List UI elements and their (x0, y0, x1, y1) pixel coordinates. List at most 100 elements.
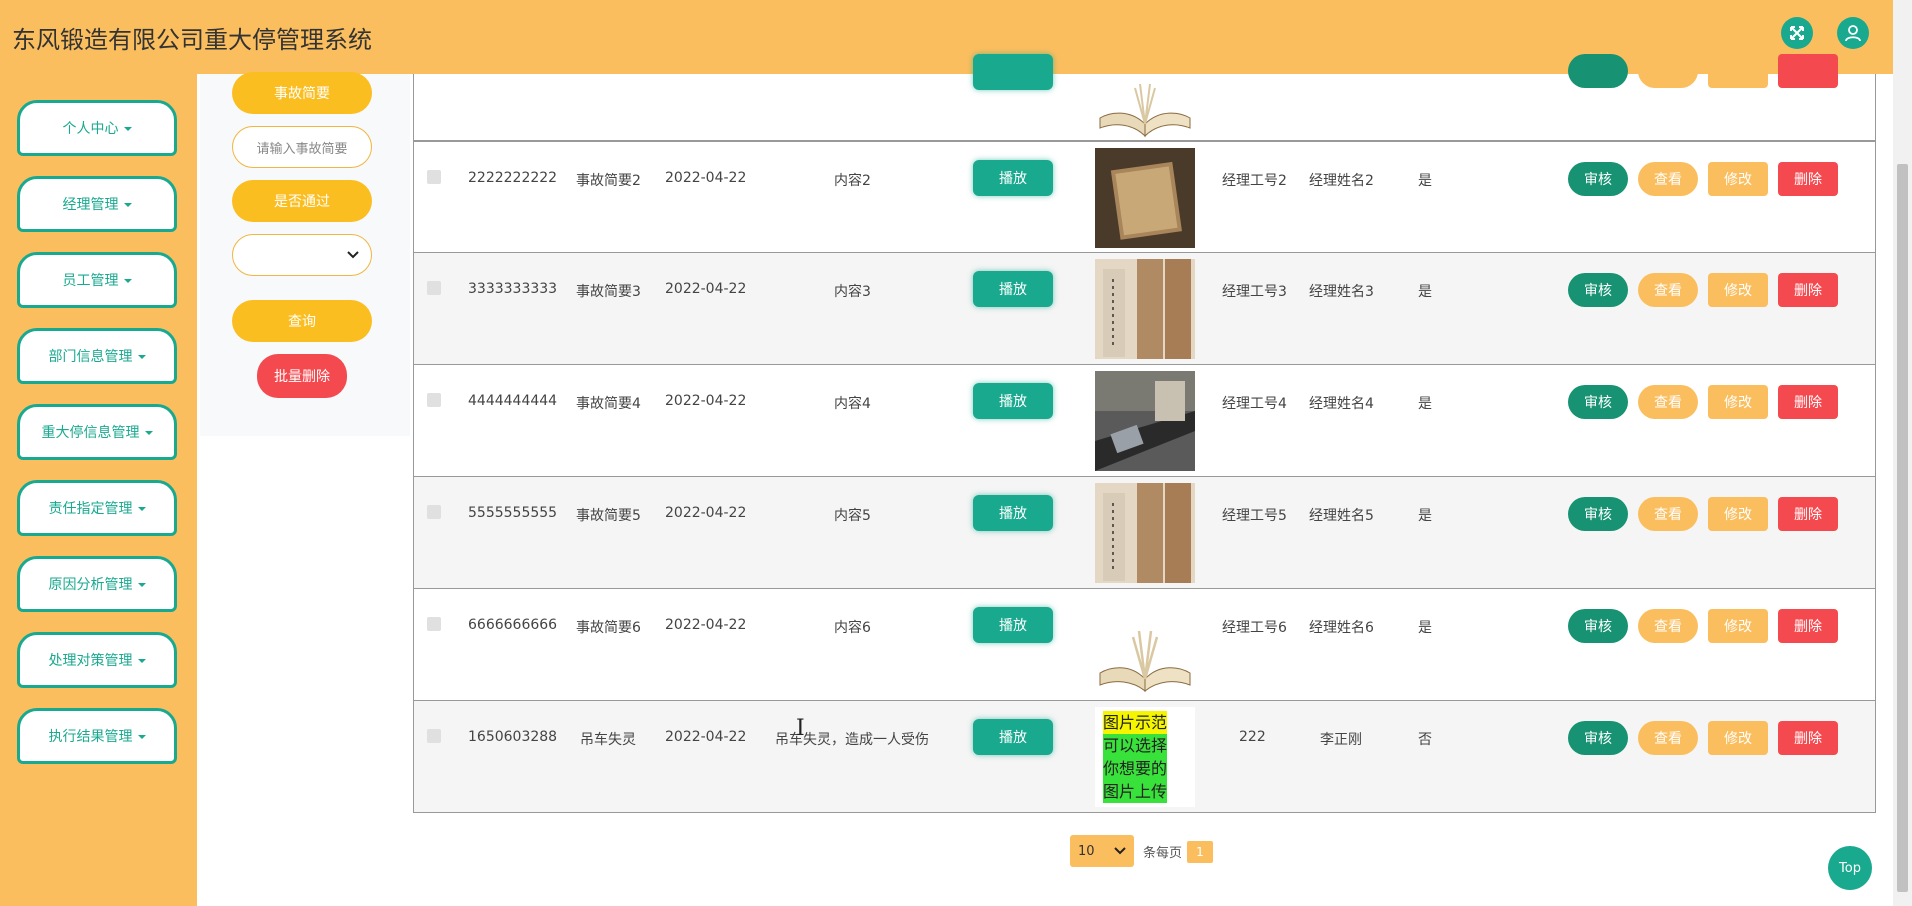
query-button[interactable]: 查询 (232, 300, 372, 342)
review-button[interactable]: 审核 (1568, 385, 1628, 419)
sidebar-item-manager-management[interactable]: 经理管理 (17, 176, 177, 232)
row-checkbox[interactable] (427, 729, 441, 743)
back-to-top-button[interactable]: Top (1828, 846, 1872, 890)
view-button[interactable]: 查看 (1638, 497, 1698, 531)
app-title: 东风锻造有限公司重大停管理系统 (12, 26, 372, 54)
sidebar-item-department-info[interactable]: 部门信息管理 (17, 328, 177, 384)
sample-image-line: 图片上传 (1103, 780, 1168, 803)
row-checkbox[interactable] (427, 393, 441, 407)
edit-button[interactable]: 修改 (1708, 721, 1768, 755)
review-button[interactable]: 审核 (1568, 497, 1628, 531)
passed-label: 是否通过 (232, 180, 372, 222)
delete-button[interactable]: 删除 (1778, 609, 1838, 643)
play-button[interactable]: 播放 (973, 495, 1053, 531)
delete-button[interactable] (1778, 54, 1838, 88)
cell-manager-no: 经理工号5 (1222, 508, 1287, 524)
row-checkbox[interactable] (427, 505, 441, 519)
table-row: 2222222222 事故简要2 2022-04-22 内容2 播放 经理工号2… (413, 141, 1876, 253)
cell-passed: 是 (1418, 508, 1432, 524)
caret-down-icon (137, 583, 146, 587)
sidebar-item-label: 执行结果管理 (48, 729, 133, 745)
delete-button[interactable]: 删除 (1778, 497, 1838, 531)
cell-manager-no: 经理工号3 (1222, 284, 1287, 300)
edit-button[interactable]: 修改 (1708, 609, 1768, 643)
sidebar-item-label: 原因分析管理 (48, 577, 133, 593)
page-size-select[interactable]: 10 (1070, 835, 1134, 867)
chevron-down-icon (347, 251, 359, 259)
table-row: 6666666666 事故简要6 2022-04-22 内容6 播放 经理工号6… (413, 589, 1876, 701)
cell-manager-name: 经理姓名5 (1309, 508, 1374, 524)
sidebar: 个人中心 经理管理 员工管理 部门信息管理 重大停信息管理 责任指定管理 原因分… (0, 74, 197, 906)
cell-passed: 是 (1418, 396, 1432, 412)
caret-down-icon (137, 735, 146, 739)
row-checkbox[interactable] (427, 170, 441, 184)
table-row: 5555555555 事故简要5 2022-04-22 内容5 播放 经理工号5… (413, 477, 1876, 589)
sample-upload-image: 图片示范 可以选择 你想要的 图片上传 (1095, 707, 1195, 807)
sidebar-item-cause-analysis[interactable]: 原因分析管理 (17, 556, 177, 612)
cell-manager-no: 经理工号2 (1222, 173, 1287, 189)
delete-button[interactable]: 删除 (1778, 721, 1838, 755)
row-checkbox[interactable] (427, 281, 441, 295)
review-button[interactable]: 审核 (1568, 609, 1628, 643)
delete-button[interactable]: 删除 (1778, 385, 1838, 419)
cell-date: 2022-04-22 (665, 393, 747, 409)
batch-delete-button[interactable]: 批量删除 (257, 354, 347, 398)
cell-id: 2222222222 (468, 170, 558, 186)
edit-button[interactable]: 修改 (1708, 162, 1768, 196)
review-button[interactable]: 审核 (1568, 162, 1628, 196)
view-button[interactable]: 查看 (1638, 609, 1698, 643)
view-button[interactable]: 查看 (1638, 385, 1698, 419)
view-button[interactable]: 查看 (1638, 273, 1698, 307)
row-checkbox[interactable] (427, 617, 441, 631)
sidebar-item-major-stop-info[interactable]: 重大停信息管理 (17, 404, 177, 460)
cell-manager-no: 222 (1239, 729, 1266, 745)
review-button[interactable]: 审核 (1568, 721, 1628, 755)
cell-passed: 是 (1418, 284, 1432, 300)
sample-image-line: 可以选择 (1103, 734, 1168, 757)
sidebar-item-execution-result[interactable]: 执行结果管理 (17, 708, 177, 764)
sidebar-item-personal-center[interactable]: 个人中心 (17, 100, 177, 156)
chevron-down-icon (1114, 847, 1126, 855)
edit-button[interactable]: 修改 (1708, 273, 1768, 307)
delete-button[interactable]: 删除 (1778, 273, 1838, 307)
scrollbar[interactable] (1893, 0, 1912, 906)
cell-manager-name: 李正刚 (1320, 732, 1362, 748)
text-cursor-icon: I (796, 716, 805, 741)
play-button[interactable]: 播放 (973, 383, 1053, 419)
cell-content: 内容3 (834, 284, 871, 300)
edit-button[interactable] (1708, 54, 1768, 88)
review-button[interactable]: 审核 (1568, 273, 1628, 307)
summary-search-input[interactable]: 请输入事故简要 (232, 126, 372, 168)
view-button[interactable] (1638, 54, 1698, 88)
user-icon (1845, 25, 1861, 42)
table-row (413, 54, 1876, 141)
delete-button[interactable]: 删除 (1778, 162, 1838, 196)
caret-down-icon (137, 507, 146, 511)
passed-select[interactable] (232, 234, 372, 276)
cell-passed: 是 (1418, 620, 1432, 636)
review-button[interactable] (1568, 54, 1628, 88)
sidebar-item-employee-management[interactable]: 员工管理 (17, 252, 177, 308)
cell-id: 1650603288 (468, 729, 558, 745)
sidebar-item-countermeasure[interactable]: 处理对策管理 (17, 632, 177, 688)
play-button[interactable]: 播放 (973, 607, 1053, 643)
scrolls-image (1095, 483, 1195, 583)
sidebar-item-responsibility[interactable]: 责任指定管理 (17, 480, 177, 536)
edit-button[interactable]: 修改 (1708, 385, 1768, 419)
play-button[interactable] (973, 54, 1053, 90)
user-button[interactable] (1837, 17, 1869, 49)
sidebar-item-label: 员工管理 (62, 273, 119, 289)
cell-manager-no: 经理工号6 (1222, 620, 1287, 636)
edit-button[interactable]: 修改 (1708, 497, 1768, 531)
scrollbar-thumb[interactable] (1897, 164, 1908, 892)
fullscreen-button[interactable] (1781, 17, 1813, 49)
cell-manager-name: 经理姓名6 (1309, 620, 1374, 636)
view-button[interactable]: 查看 (1638, 721, 1698, 755)
play-button[interactable]: 播放 (973, 160, 1053, 196)
play-button[interactable]: 播放 (973, 719, 1053, 755)
page-number-button[interactable]: 1 (1187, 841, 1213, 863)
play-button[interactable]: 播放 (973, 271, 1053, 307)
table-row: 4444444444 事故简要4 2022-04-22 内容4 播放 经理工号4… (413, 365, 1876, 477)
cell-manager-name: 经理姓名2 (1309, 173, 1374, 189)
view-button[interactable]: 查看 (1638, 162, 1698, 196)
